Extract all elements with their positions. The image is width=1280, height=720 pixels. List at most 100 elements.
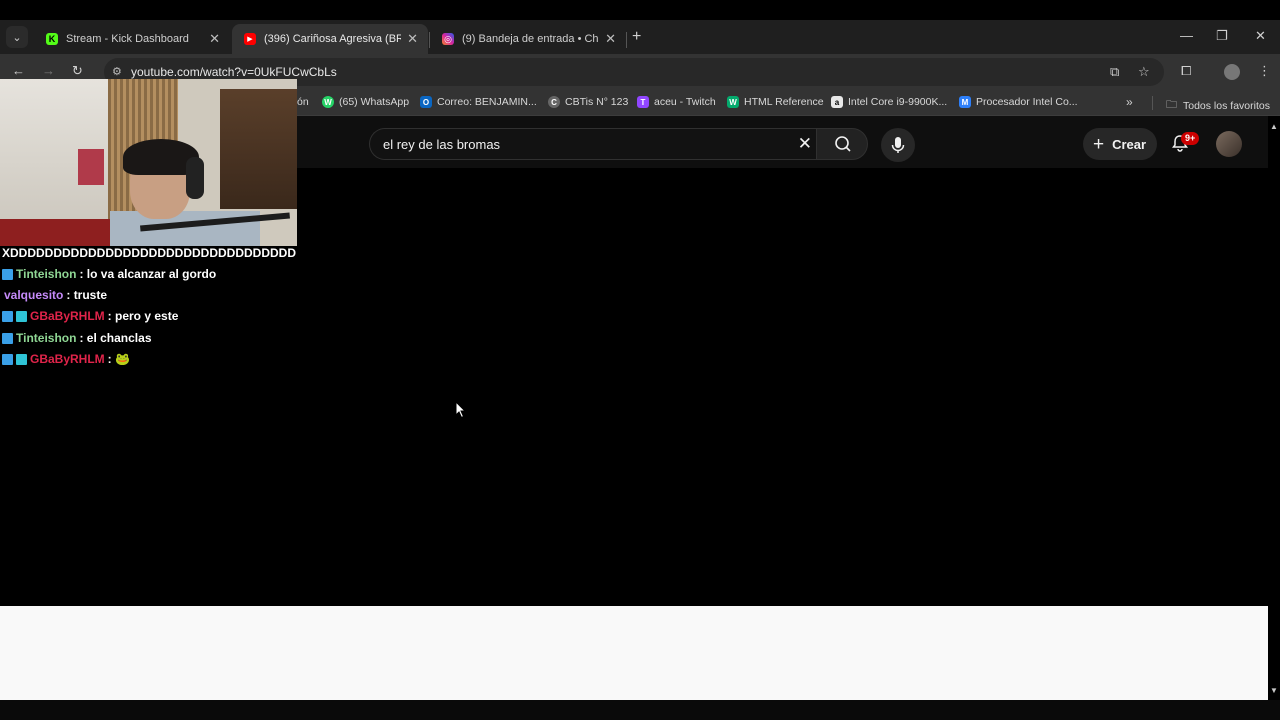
bookmark-label: CBTis N° 123	[565, 96, 629, 108]
chat-username: GBaByRHLM	[30, 309, 105, 323]
voice-search-button[interactable]	[881, 128, 915, 162]
tab-youtube[interactable]: ▶ (396) Cariñosa Agresiva (BROM ✕	[232, 24, 428, 54]
back-arrow-icon[interactable]: ←	[12, 63, 25, 78]
chat-message: XDDDDDDDDDDDDDDDDDDDDDDDDDDDDDDDDD	[2, 244, 296, 262]
chat-text: : 🐸	[107, 352, 130, 366]
tab-instagram[interactable]: ◎ (9) Bandeja de entrada • Chats ✕	[430, 24, 626, 54]
folder-icon: 🗀	[1166, 99, 1177, 111]
subscriber-badge-icon	[2, 268, 13, 280]
forward-arrow-icon[interactable]: →	[42, 63, 55, 78]
tab-kick-dashboard[interactable]: K Stream - Kick Dashboard ✕	[34, 24, 230, 54]
webcam-overlay	[0, 79, 297, 246]
search-button[interactable]	[816, 128, 868, 160]
webcam-shelf	[220, 89, 297, 209]
scroll-up-arrow-icon[interactable]: ▲	[1270, 122, 1278, 131]
bookmark-w3schools[interactable]: W HTML Reference	[727, 96, 824, 108]
bookmark-label: Intel Core i9-9900K...	[848, 96, 948, 108]
account-avatar[interactable]	[1216, 131, 1242, 157]
browser-tab-strip: ⌄ K Stream - Kick Dashboard ✕ ▶ (396) Ca…	[0, 20, 1280, 54]
search-input[interactable]: el rey de las bromas ✕	[369, 128, 816, 160]
page-below-player	[0, 606, 1268, 700]
bookmark-label: ón	[297, 96, 309, 108]
create-button[interactable]: + Crear	[1083, 128, 1157, 160]
w3schools-icon: W	[727, 96, 739, 108]
tab-title: (9) Bandeja de entrada • Chats	[462, 33, 600, 45]
search-query[interactable]: el rey de las bromas	[383, 137, 500, 152]
subscriber-badge-icon	[2, 332, 13, 344]
bookmark-amazon[interactable]: a Intel Core i9-9900K...	[831, 96, 947, 108]
kick-icon: K	[46, 33, 58, 45]
mouse-cursor-icon	[455, 401, 467, 419]
tab-search-button[interactable]: ⌄	[6, 26, 28, 48]
bookmark-procesador[interactable]: M Procesador Intel Co...	[959, 96, 1078, 108]
chat-message: valquesito : truste	[2, 286, 107, 304]
microphone-icon	[891, 137, 905, 153]
bookmark-cbtis[interactable]: C CBTis N° 123	[548, 96, 628, 108]
clear-icon[interactable]: ✕	[798, 134, 812, 154]
chat-text: : truste	[66, 288, 108, 302]
youtube-icon: ▶	[244, 33, 256, 45]
page-scrollbar[interactable]: ▲ ▼	[1268, 116, 1280, 700]
chat-username: Tinteishon	[16, 267, 77, 281]
gifter-badge-icon	[16, 353, 27, 365]
subscriber-badge-icon	[2, 353, 13, 365]
chat-message: Tinteishon : el chanclas	[2, 329, 152, 347]
bookmark-outlook[interactable]: O Correo: BENJAMIN...	[420, 96, 537, 108]
bookmark-whatsapp[interactable]: W (65) WhatsApp	[322, 96, 409, 108]
chevron-double-right-icon[interactable]: »	[1126, 95, 1133, 109]
bookmark-label: aceu - Twitch	[654, 96, 716, 108]
bookmark-item[interactable]: ón	[297, 96, 309, 108]
minimize-icon[interactable]: —	[1180, 28, 1193, 43]
amazon-icon: a	[831, 96, 843, 108]
all-bookmarks-folder[interactable]: 🗀 Todos los favoritos	[1166, 96, 1270, 115]
chat-username: valquesito	[4, 288, 64, 302]
search-icon	[835, 136, 851, 152]
top-black-strip	[0, 0, 1280, 20]
notification-badge: 9+	[1181, 132, 1200, 145]
reload-icon[interactable]: ↻	[72, 63, 83, 79]
window-close-icon[interactable]: ✕	[1255, 28, 1266, 44]
chat-text: : pero y este	[107, 309, 179, 323]
scroll-down-arrow-icon[interactable]: ▼	[1270, 686, 1278, 695]
close-icon[interactable]: ✕	[209, 31, 220, 47]
close-icon[interactable]: ✕	[605, 31, 616, 47]
bookmark-star-icon[interactable]: ☆	[1138, 64, 1150, 80]
mercadolibre-icon: M	[959, 96, 971, 108]
extensions-icon[interactable]: ⧠	[1181, 63, 1191, 79]
webcam-poster	[78, 149, 104, 185]
menu-kebab-icon[interactable]: ⋮	[1258, 63, 1271, 79]
instagram-icon: ◎	[442, 33, 454, 45]
bookmark-label: (65) WhatsApp	[339, 96, 410, 108]
plus-icon: +	[1093, 133, 1105, 155]
tab-title: (396) Cariñosa Agresiva (BROM	[264, 33, 402, 45]
chat-message: GBaByRHLM : pero y este	[2, 307, 178, 325]
site-info-icon[interactable]: ⚙	[112, 65, 122, 78]
chevron-down-icon: ⌄	[12, 31, 22, 44]
bookmark-twitch[interactable]: Taceu - Twitch	[637, 96, 716, 108]
create-label: Crear	[1112, 136, 1147, 152]
bottom-black-strip	[0, 700, 1280, 720]
chat-text: : el chanclas	[79, 331, 152, 345]
tab-title: Stream - Kick Dashboard	[66, 33, 189, 45]
webcam-headset	[186, 157, 204, 199]
profile-avatar[interactable]	[1224, 64, 1240, 80]
bookmark-divider	[1152, 96, 1153, 110]
bookmark-label: HTML Reference	[744, 96, 824, 108]
chat-text: : lo va alcanzar al gordo	[79, 267, 217, 281]
restore-icon[interactable]: ❐	[1216, 28, 1228, 44]
chat-text: XDDDDDDDDDDDDDDDDDDDDDDDDDDDDDDDDD	[2, 246, 296, 260]
install-app-icon[interactable]: ⧉	[1110, 64, 1119, 80]
gifter-badge-icon	[16, 310, 27, 322]
chat-username: GBaByRHLM	[30, 352, 105, 366]
globe-icon: C	[548, 96, 560, 108]
tab-divider	[626, 32, 627, 48]
chat-username: Tinteishon	[16, 331, 77, 345]
subscriber-badge-icon	[2, 310, 13, 322]
whatsapp-icon: W	[322, 96, 334, 108]
url-text[interactable]: youtube.com/watch?v=0UkFUCwCbLs	[131, 65, 337, 79]
close-icon[interactable]: ✕	[407, 31, 418, 47]
bookmark-label: Todos los favoritos	[1183, 99, 1270, 112]
chat-message: GBaByRHLM : 🐸	[2, 350, 130, 368]
new-tab-icon[interactable]: +	[632, 28, 641, 46]
bookmark-label: Procesador Intel Co...	[976, 96, 1078, 108]
